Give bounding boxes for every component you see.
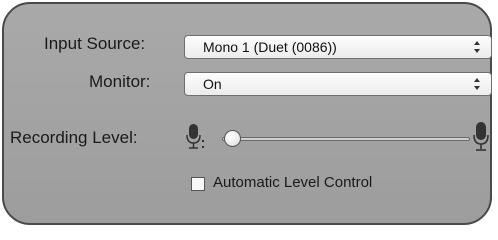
monitor-select[interactable]: On (184, 72, 492, 96)
updown-arrows-icon (474, 41, 480, 53)
recording-settings-panel: Input Source: Mono 1 (Duet (0086)) Monit… (2, 2, 492, 225)
input-source-label: Input Source: (44, 34, 146, 53)
monitor-label: Monitor: (89, 72, 151, 91)
recording-level-slider-track[interactable] (222, 137, 470, 141)
updown-arrows-icon (474, 78, 480, 90)
microphone-small-icon (186, 124, 204, 149)
input-source-select[interactable]: Mono 1 (Duet (0086)) (184, 35, 492, 59)
microphone-large-icon (473, 122, 489, 151)
recording-level-label: Recording Level: (10, 128, 138, 147)
automatic-level-control-checkbox[interactable] (191, 177, 205, 191)
input-source-value: Mono 1 (Duet (0086)) (203, 39, 337, 55)
automatic-level-control-label[interactable]: Automatic Level Control (213, 174, 372, 191)
recording-level-slider-knob[interactable] (224, 130, 241, 147)
monitor-value: On (203, 76, 222, 92)
